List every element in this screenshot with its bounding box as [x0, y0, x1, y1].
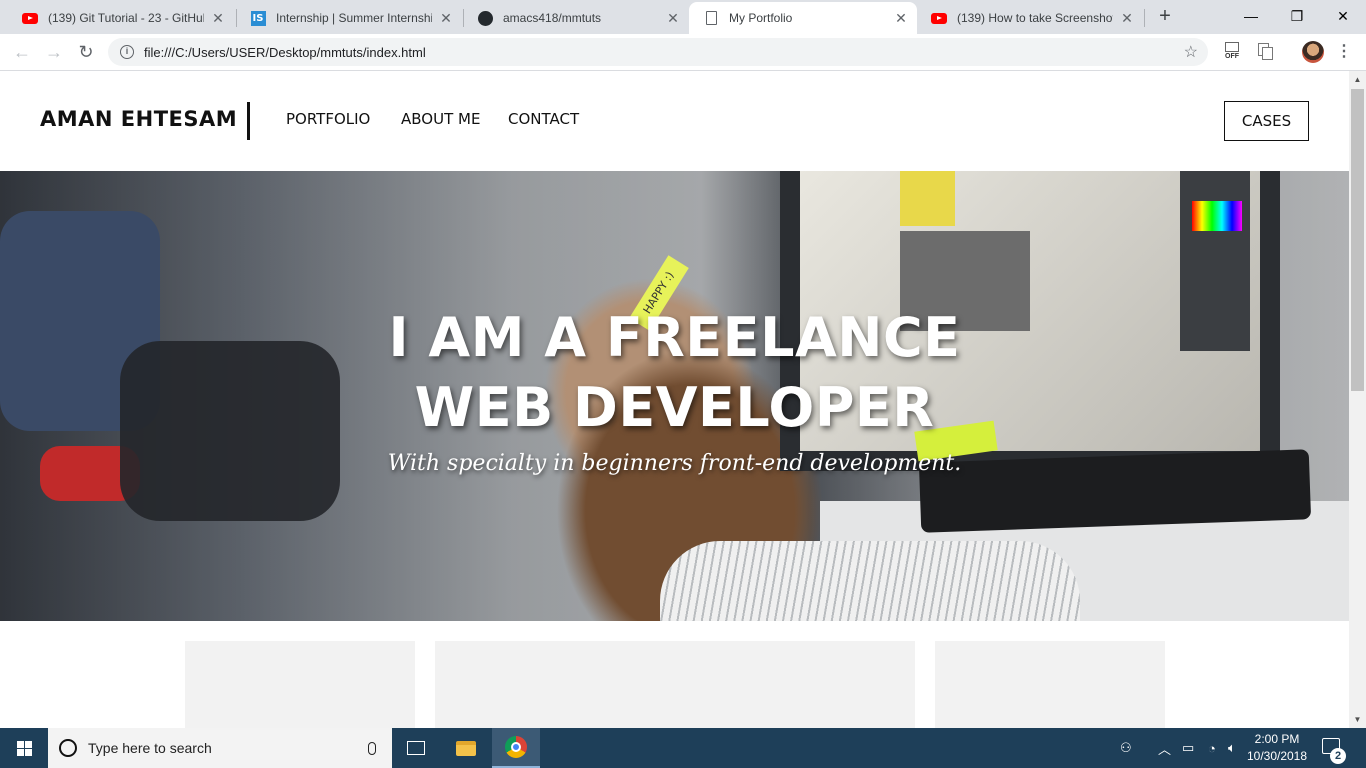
close-tab-icon[interactable]: ✕: [438, 10, 454, 27]
content-card-middle: [435, 641, 915, 728]
hero-photo-shirt: [660, 541, 1080, 621]
minimize-button[interactable]: —: [1228, 0, 1274, 32]
close-tab-icon[interactable]: ✕: [665, 10, 681, 27]
browser-tab-4-active[interactable]: My Portfolio ✕: [689, 2, 917, 34]
content-card-right: [935, 641, 1165, 728]
show-hidden-icons-chevron-icon[interactable]: ︿: [1158, 728, 1171, 768]
extension-off-label: OFF: [1225, 53, 1239, 60]
file-explorer-button[interactable]: [442, 728, 490, 768]
page-viewport: AMAN EHTESAM PORTFOLIO ABOUT ME CONTACT …: [0, 71, 1349, 728]
brand-divider: [247, 102, 250, 140]
extension-off-icon[interactable]: OFF: [1222, 42, 1242, 62]
browser-tab-strip: (139) Git Tutorial - 23 - GitHub ✕ IS In…: [0, 0, 1366, 34]
address-bar[interactable]: i file:///C:/Users/USER/Desktop/mmtuts/i…: [108, 38, 1208, 66]
taskbar-search-placeholder[interactable]: Type here to search: [88, 740, 368, 756]
start-button[interactable]: [0, 728, 48, 768]
youtube-icon: [931, 10, 947, 26]
document-icon: [703, 10, 719, 26]
wifi-icon[interactable]: ◔: [1208, 728, 1216, 768]
youtube-icon: [22, 10, 38, 26]
back-arrow-icon[interactable]: ←: [10, 40, 34, 64]
tab-title: Internship | Summer Internship: [276, 11, 432, 25]
folder-icon: [456, 740, 476, 756]
info-icon[interactable]: i: [120, 45, 134, 59]
volume-icon[interactable]: 🔈︎: [1228, 728, 1236, 768]
tab-title: amacs418/mmtuts: [503, 11, 602, 25]
windows-logo-icon: [16, 740, 32, 756]
windows-taskbar: Type here to search ⚇ ︿ ▭ ◔ 🔈︎ 2:00 PM 1…: [0, 728, 1366, 768]
hero-title: I AM A FREELANCE WEB DEVELOPER: [388, 306, 961, 439]
browser-toolbar: ← → ↻ i file:///C:/Users/USER/Desktop/mm…: [0, 34, 1366, 71]
nav-link-about-me[interactable]: ABOUT ME: [401, 110, 480, 128]
nav-link-contact[interactable]: CONTACT: [508, 110, 579, 128]
page-scrollbar[interactable]: ▲ ▼: [1349, 71, 1366, 728]
scroll-up-arrow-icon[interactable]: ▲: [1349, 71, 1366, 88]
site-header: AMAN EHTESAM PORTFOLIO ABOUT ME CONTACT …: [0, 71, 1349, 171]
new-tab-button[interactable]: +: [1154, 5, 1176, 27]
close-window-button[interactable]: ✕: [1320, 0, 1366, 32]
github-icon: [477, 10, 493, 26]
chrome-icon: [505, 736, 527, 758]
battery-icon[interactable]: ▭: [1182, 728, 1194, 768]
tab-title: My Portfolio: [729, 11, 793, 25]
site-brand[interactable]: AMAN EHTESAM: [40, 107, 237, 131]
tab-title: (139) Git Tutorial - 23 - GitHub: [48, 11, 204, 25]
taskbar-search-box[interactable]: Type here to search: [48, 728, 392, 768]
close-tab-icon[interactable]: ✕: [893, 10, 909, 27]
content-card-left: [185, 641, 415, 728]
scroll-down-arrow-icon[interactable]: ▼: [1349, 711, 1366, 728]
task-view-button[interactable]: [392, 728, 440, 768]
people-icon[interactable]: ⚇: [1120, 728, 1132, 768]
forward-arrow-icon[interactable]: →: [42, 40, 66, 64]
scrollbar-thumb[interactable]: [1351, 89, 1364, 391]
hero-banner: HAPPY :) I AM A FREELANCE WEB DEVELOPER …: [0, 171, 1349, 621]
nav-link-portfolio[interactable]: PORTFOLIO: [286, 110, 370, 128]
cortana-icon[interactable]: [59, 739, 77, 757]
clock-time: 2:00 PM: [1254, 732, 1300, 746]
tab-title: (139) How to take Screenshots: [957, 11, 1113, 25]
task-view-icon: [407, 741, 425, 755]
browser-tab-2[interactable]: IS Internship | Summer Internship ✕: [236, 2, 462, 34]
chrome-taskbar-button[interactable]: [492, 728, 540, 768]
close-tab-icon[interactable]: ✕: [1119, 10, 1135, 27]
clock-date: 10/30/2018: [1246, 749, 1308, 763]
screen: (139) Git Tutorial - 23 - GitHub ✕ IS In…: [0, 0, 1366, 768]
hero-subtitle: With specialty in beginners front-end de…: [387, 451, 962, 476]
maximize-button[interactable]: ❐: [1274, 0, 1320, 32]
reload-icon[interactable]: ↻: [74, 40, 98, 64]
bookmark-star-icon[interactable]: ☆: [1184, 42, 1198, 62]
browser-tab-1[interactable]: (139) Git Tutorial - 23 - GitHub ✕: [8, 2, 234, 34]
browser-tab-3[interactable]: amacs418/mmtuts ✕: [463, 2, 689, 34]
browser-tab-5[interactable]: (139) How to take Screenshots ✕: [917, 2, 1143, 34]
microphone-icon[interactable]: [368, 741, 376, 755]
notification-badge: 2: [1330, 748, 1346, 764]
profile-avatar[interactable]: [1302, 41, 1324, 63]
tab-divider: [1144, 9, 1145, 27]
menu-kebab-icon[interactable]: ⋮: [1336, 41, 1352, 63]
extension-copy-icon[interactable]: [1256, 42, 1276, 62]
close-tab-icon[interactable]: ✕: [210, 10, 226, 27]
internshala-icon: IS: [250, 10, 266, 26]
taskbar-clock[interactable]: 2:00 PM 10/30/2018: [1242, 731, 1312, 765]
address-url[interactable]: file:///C:/Users/USER/Desktop/mmtuts/ind…: [144, 45, 1184, 60]
cases-button[interactable]: CASES: [1224, 101, 1309, 141]
